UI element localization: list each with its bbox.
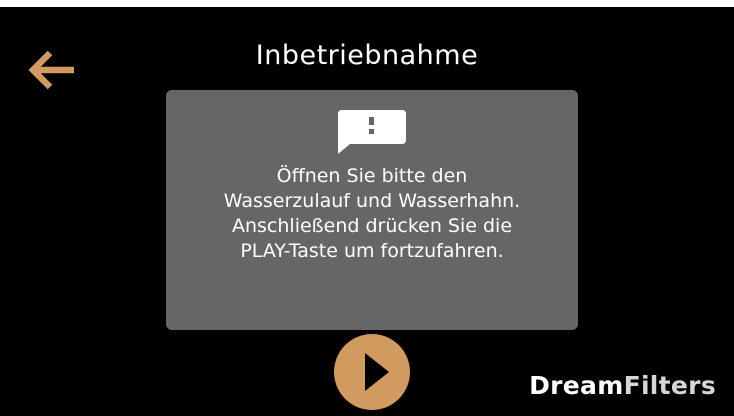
brand-logo-part2: Filters [623,371,716,400]
brand-logo-part1: Dream [529,371,624,400]
play-button[interactable] [334,334,410,410]
message-dialog: Öffnen Sie bitte den Wasserzulauf und Wa… [166,90,578,330]
brand-logo: DreamFilters [529,371,716,400]
message-line: Öffnen Sie bitte den [276,165,468,187]
dialog-message: Öffnen Sie bitte den Wasserzulauf und Wa… [166,164,578,264]
page-title: Inbetriebnahme [255,40,479,71]
device-screen: Inbetriebnahme Öffnen Sie bitte den Wass… [0,7,734,416]
message-line: PLAY-Taste um fortzufahren. [240,240,504,262]
speech-bubble-exclamation-icon [338,110,406,154]
play-icon [365,353,389,391]
message-line: Anschließend drücken Sie die [231,215,513,237]
message-line: Wasserzulauf und Wasserhahn. [223,190,521,212]
